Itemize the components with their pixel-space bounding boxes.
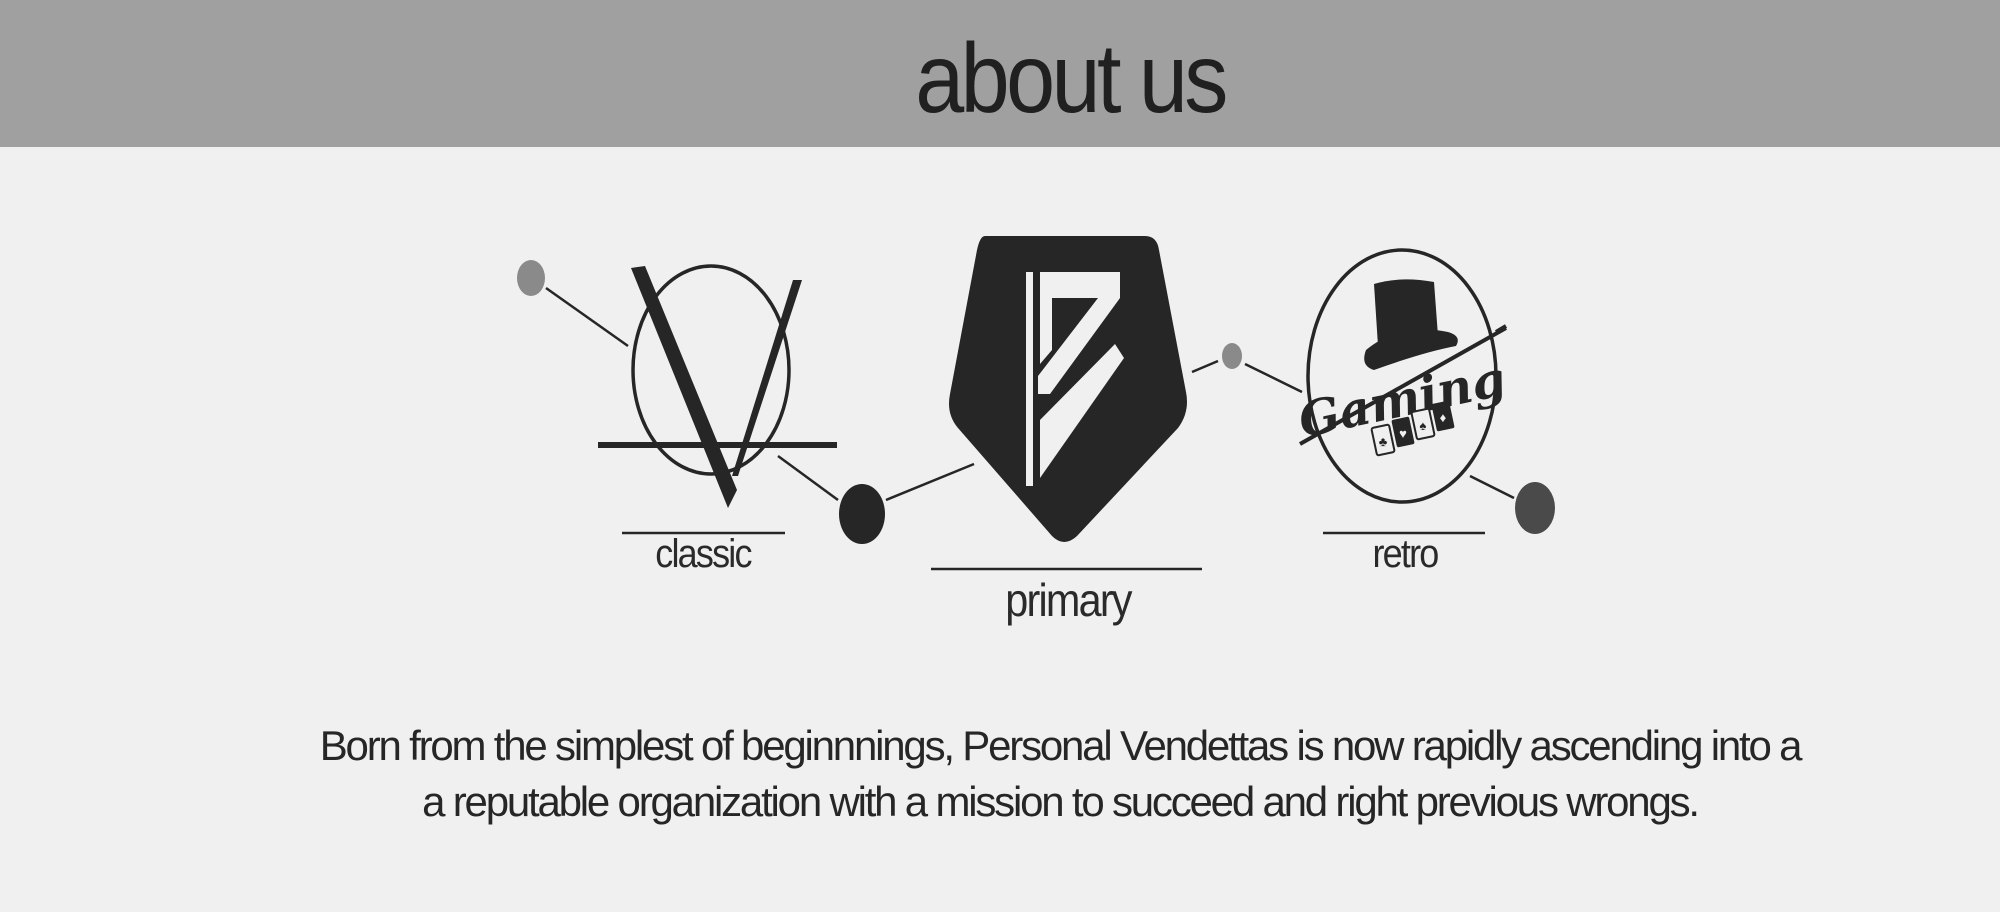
- logo-label-retro: retro: [1372, 532, 1439, 576]
- connector-dot-center: [839, 484, 885, 544]
- connector-dot-right-small: [1222, 343, 1242, 369]
- primary-logo[interactable]: [931, 236, 1202, 571]
- connector-line: [1244, 362, 1303, 394]
- logo-label-classic: classic: [655, 532, 752, 576]
- svg-text:♠: ♠: [1420, 418, 1427, 433]
- about-line-2: a reputable organization with a mission …: [422, 778, 1700, 825]
- classic-logo[interactable]: [598, 264, 837, 535]
- connector-dot-right: [1515, 482, 1555, 534]
- retro-logo[interactable]: Gaming ♣ ♥ ♠ ♦: [1294, 248, 1511, 535]
- svg-text:♦: ♦: [1440, 410, 1447, 425]
- about-description: Born from the simplest of beginnnings, P…: [300, 718, 1820, 830]
- connector-line: [885, 462, 975, 502]
- classic-logo-v-left: [631, 266, 737, 508]
- svg-text:♣: ♣: [1379, 434, 1388, 449]
- about-page: about us Gaming ♣ ♥ ♠ ♦ classic primary …: [0, 0, 2000, 912]
- top-hat-icon: [1364, 279, 1458, 370]
- connector-line: [777, 454, 839, 502]
- connector-line: [1191, 359, 1219, 374]
- logo-label-primary: primary: [1005, 574, 1132, 626]
- about-line-1: Born from the simplest of beginnnings, P…: [319, 722, 1803, 769]
- primary-stripe: [1026, 272, 1033, 486]
- connector-line: [545, 286, 629, 348]
- svg-text:♥: ♥: [1399, 426, 1407, 441]
- connector-dot-top-left: [517, 260, 545, 296]
- connector-line: [1469, 474, 1515, 500]
